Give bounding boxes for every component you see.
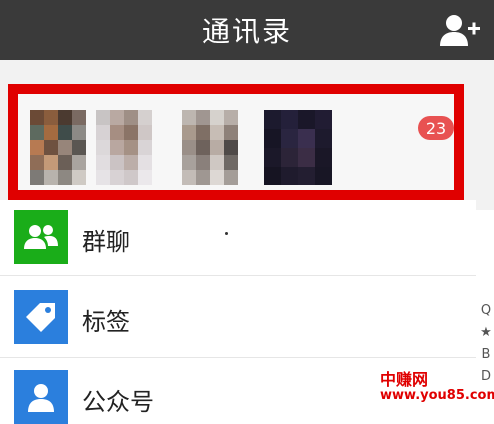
menu-item-tags[interactable]: 标签 xyxy=(0,276,476,358)
top-nav-bar: 通讯录 xyxy=(0,0,494,60)
official-account-icon xyxy=(14,370,68,424)
stray-dot xyxy=(225,232,228,235)
menu-item-label: 标签 xyxy=(82,308,130,336)
index-letter[interactable]: B xyxy=(478,344,494,366)
tag-icon xyxy=(14,290,68,344)
menu-item-label: 公众号 xyxy=(82,388,154,416)
avatar[interactable] xyxy=(96,110,152,185)
watermark-title: 中赚网 xyxy=(380,370,429,389)
group-chat-icon xyxy=(14,210,68,264)
menu-item-group-chats[interactable]: 群聊 xyxy=(0,200,476,276)
avatar[interactable] xyxy=(182,110,238,185)
add-contact-button[interactable] xyxy=(440,12,480,48)
unread-badge: 23 xyxy=(418,116,454,140)
watermark-url: www.you85.com xyxy=(380,388,494,403)
index-letter[interactable]: ★ xyxy=(478,322,494,344)
avatar[interactable] xyxy=(264,110,332,185)
avatar[interactable] xyxy=(30,110,86,185)
page-title: 通讯录 xyxy=(201,15,292,48)
index-letter[interactable]: Q xyxy=(478,300,494,322)
watermark: 中赚网 www.you85.com xyxy=(380,372,494,404)
menu-item-label: 群聊 xyxy=(82,228,130,256)
add-contact-icon xyxy=(440,15,480,46)
